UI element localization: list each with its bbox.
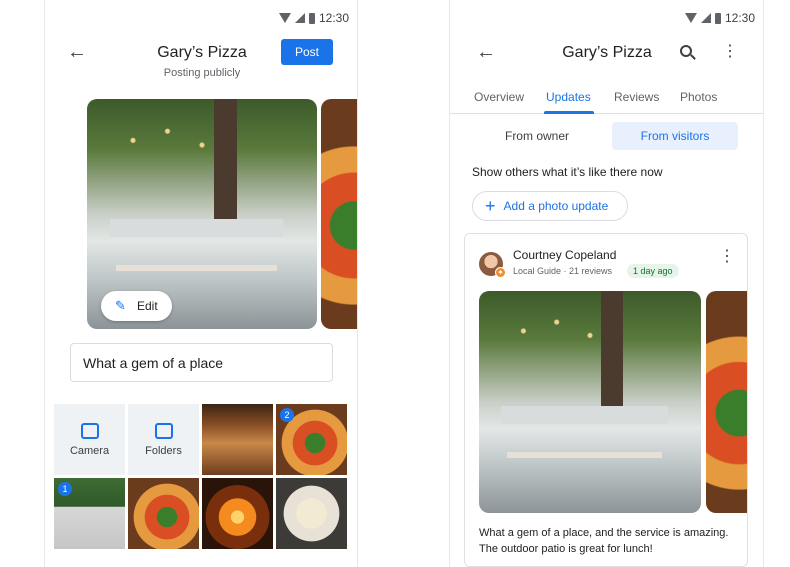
camera-label: Camera (69, 444, 110, 457)
selected-photo-2[interactable] (321, 99, 357, 329)
author-meta: Local Guide · 21 reviews (513, 266, 613, 276)
battery-icon (308, 12, 315, 24)
status-time: 12:30 (724, 11, 755, 25)
from-owner-button[interactable]: From owner (472, 122, 602, 150)
status-time: 12:30 (318, 11, 349, 25)
from-visitors-button[interactable]: From visitors (612, 122, 738, 150)
add-photo-label: Add a photo update (503, 199, 609, 213)
edit-button[interactable]: ✎ Edit (101, 291, 172, 321)
signal-icon (294, 13, 305, 23)
folders-label: Folders (145, 444, 182, 457)
status-bar: 12:30 (450, 0, 763, 36)
active-tab-indicator (544, 111, 594, 114)
card-more-options-icon[interactable]: ⋮ (719, 249, 735, 265)
gallery-thumb[interactable] (276, 478, 347, 549)
compose-screen: 12:30 ← Gary’s Pizza Posting publicly Po… (44, 0, 358, 567)
plus-icon: + (485, 196, 496, 216)
selection-badge: 2 (280, 408, 294, 422)
gallery-thumb[interactable] (202, 404, 273, 475)
camera-tile[interactable]: Camera (54, 404, 125, 475)
update-text: What a gem of a place, and the service i… (479, 527, 729, 555)
tab-bar: Overview Updates Reviews Photos (450, 84, 763, 114)
gallery-thumb-selected[interactable]: 2 (276, 404, 347, 475)
update-photo-1[interactable] (479, 291, 701, 513)
add-photo-update-button[interactable]: + Add a photo update (472, 191, 628, 221)
page-title: Gary’s Pizza (157, 44, 247, 61)
selection-badge: 1 (58, 482, 72, 496)
author-name[interactable]: Courtney Copeland (513, 248, 616, 262)
local-guide-badge-icon: ✦ (495, 267, 506, 278)
page-subtitle: Posting publicly (163, 67, 241, 79)
gallery-thumb[interactable] (202, 478, 273, 549)
search-icon[interactable] (680, 45, 692, 57)
helper-text: Show others what it’s like there now (472, 165, 663, 179)
back-arrow-icon[interactable]: ← (65, 40, 89, 64)
folder-icon (154, 422, 173, 439)
page-title: Gary’s Pizza (562, 44, 652, 61)
battery-icon (714, 12, 721, 24)
gallery-thumb-selected[interactable]: 1 (54, 478, 125, 549)
photo-picker-grid: Camera Folders 2 1 (54, 404, 347, 549)
post-text-input[interactable]: What a gem of a place (70, 343, 333, 382)
post-button[interactable]: Post (281, 39, 333, 65)
camera-icon (80, 422, 99, 439)
time-badge: 1 day ago (627, 264, 679, 278)
more-options-icon[interactable]: ⋮ (722, 44, 738, 60)
tab-photos[interactable]: Photos (680, 90, 717, 104)
wifi-icon (684, 13, 697, 23)
folders-tile[interactable]: Folders (128, 404, 199, 475)
back-arrow-icon[interactable]: ← (474, 40, 498, 64)
pencil-icon: ✎ (115, 298, 126, 313)
tab-updates[interactable]: Updates (546, 90, 591, 104)
wifi-icon (278, 13, 291, 23)
gallery-thumb[interactable] (128, 478, 199, 549)
update-card: ✦ Courtney Copeland Local Guide · 21 rev… (464, 233, 748, 567)
place-updates-screen: 12:30 ← Gary’s Pizza ⋮ Overview Updates … (449, 0, 764, 567)
status-bar: 12:30 (45, 0, 357, 36)
update-photo-2[interactable] (706, 291, 747, 513)
signal-icon (700, 13, 711, 23)
tab-reviews[interactable]: Reviews (614, 90, 659, 104)
edit-label: Edit (137, 299, 158, 313)
tab-overview[interactable]: Overview (474, 90, 524, 104)
